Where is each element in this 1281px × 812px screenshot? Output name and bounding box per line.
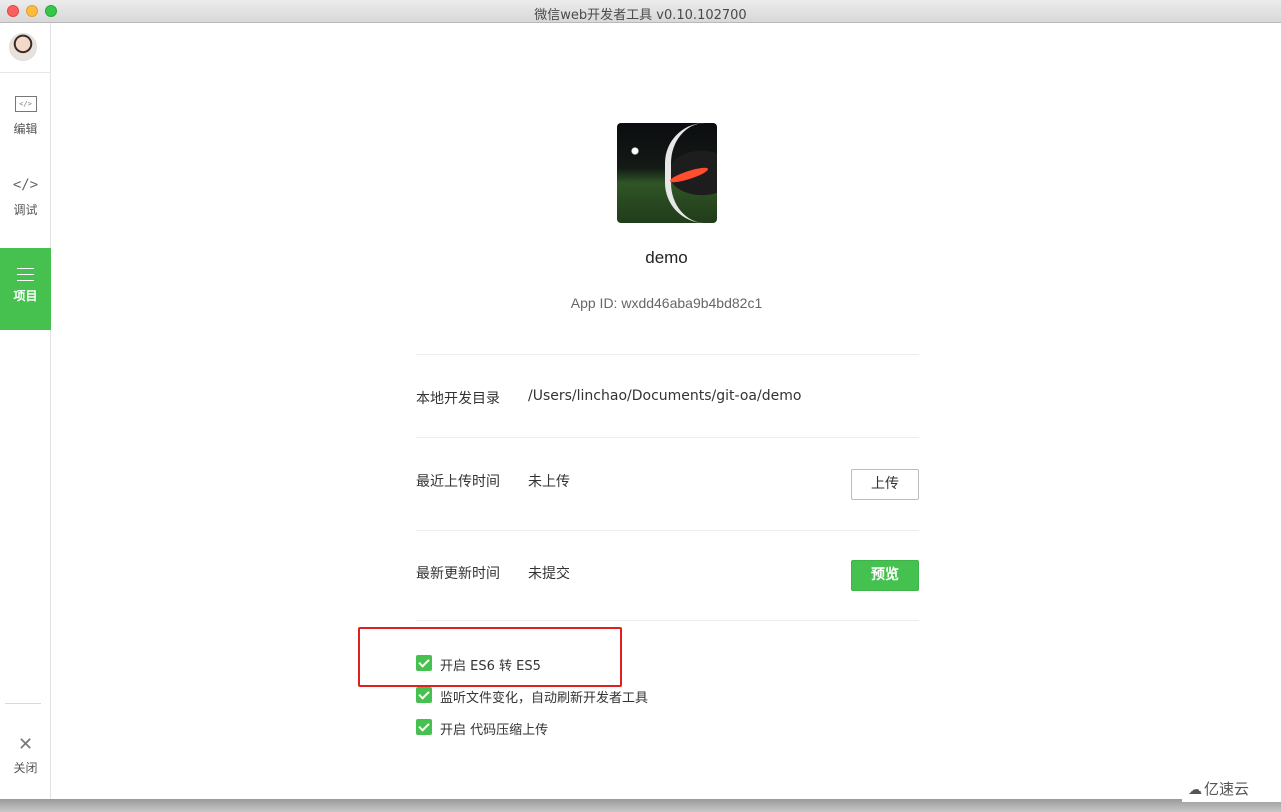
preview-button[interactable]: 预览 [851,560,919,591]
option-label: 监听文件变化，自动刷新开发者工具 [440,691,649,706]
checkbox-checked[interactable] [416,719,432,735]
annotation-highlight-box [358,627,622,687]
sidebar-item-label: 调试 [13,203,38,217]
project-thumbnail [617,123,717,223]
upload-button[interactable]: 上传 [851,469,919,500]
sidebar-item-project[interactable]: 项目 [0,248,51,330]
window-bottom-edge [0,799,1281,812]
watermark-text: 亿速云 [1204,780,1250,798]
local-dir-value: /Users/linchao/Documents/git-oa/demo [528,388,802,404]
divider [416,437,919,438]
last-upload-value: 未上传 [528,474,570,490]
divider [416,620,919,621]
divider [416,354,919,355]
sidebar-divider [0,72,51,73]
option-label: 开启 代码压缩上传 [440,723,549,738]
watermark: ☁ 亿速云 [1182,776,1281,802]
avatar[interactable] [9,33,37,61]
last-update-value: 未提交 [528,566,570,582]
sidebar-item-edit[interactable]: </> 编辑 [0,91,51,173]
sidebar-divider [5,703,41,704]
cloud-icon: ☁ [1188,782,1202,798]
sidebar: </> 编辑 </> 调试 项目 ✕ 关闭 [0,23,51,799]
menu-icon [17,268,34,281]
checkbox-checked[interactable] [416,687,432,703]
app-id: App ID: wxdd46aba9b4bd82c1 [570,295,763,311]
close-icon: ✕ [17,734,34,754]
sidebar-item-label: 项目 [13,289,38,303]
project-panel: demo App ID: wxdd46aba9b4bd82c1 本地开发目录 /… [52,23,1281,799]
edit-icon: </> [14,96,37,112]
code-icon: </> [12,177,39,193]
sidebar-item-close[interactable]: ✕ 关闭 [0,735,51,777]
last-upload-label: 最近上传时间 [416,474,500,490]
sidebar-item-label: 编辑 [13,122,38,136]
last-update-label: 最新更新时间 [416,566,500,582]
sidebar-item-label: 关闭 [13,761,38,775]
window-title: 微信web开发者工具 v0.10.102700 [534,8,747,23]
sidebar-item-debug[interactable]: </> 调试 [0,173,51,255]
project-name: demo [645,248,688,267]
local-dir-label: 本地开发目录 [416,391,500,407]
title-bar: 微信web开发者工具 v0.10.102700 [0,0,1281,23]
divider [416,530,919,531]
